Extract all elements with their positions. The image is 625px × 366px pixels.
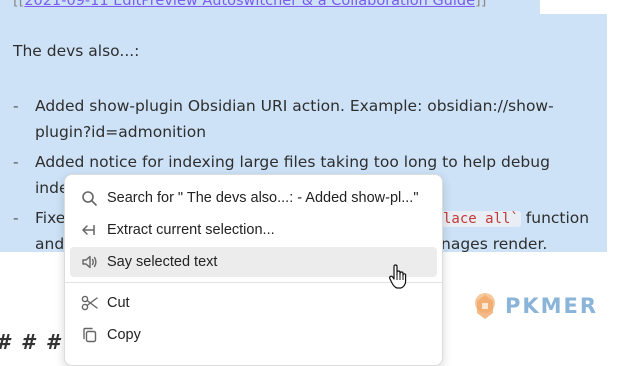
list-item-3-line1-tail: function — [520, 209, 590, 227]
menu-item-say-label: Say selected text — [107, 254, 218, 270]
hand-pointer-cursor-icon — [388, 264, 408, 294]
menu-item-cut[interactable]: Cut — [70, 288, 437, 318]
internal-link[interactable]: [[2021-09-11 EditPreview Autoswitcher & … — [13, 0, 486, 9]
pkmer-logo: PKMER — [471, 290, 598, 322]
menu-item-say-selected-text[interactable]: Say selected text — [70, 247, 437, 277]
bullet-marker: - — [13, 153, 19, 171]
speaker-icon — [81, 254, 99, 270]
pkmer-logo-text: PKMER — [505, 294, 599, 318]
copy-icon — [81, 327, 99, 343]
list-item-1-line2: plugin?id=admonition — [35, 123, 207, 141]
extract-icon — [81, 222, 99, 238]
link-close-brackets: ]] — [475, 0, 487, 9]
intro-paragraph: The devs also...: — [13, 42, 140, 60]
context-menu: Search for " The devs also...: - Added s… — [64, 174, 443, 366]
menu-separator — [65, 282, 442, 283]
bullet-marker: - — [13, 209, 19, 227]
link-open-brackets: [[ — [13, 0, 25, 9]
list-item-1-line1: Added show-plugin Obsidian URI action. E… — [35, 97, 554, 115]
list-item-3-line2-start: and — [35, 235, 65, 253]
search-icon — [81, 190, 99, 206]
menu-item-extract-label: Extract current selection... — [107, 222, 275, 238]
inline-code: lace all` — [441, 211, 521, 227]
list-item-3-line1-start: Fixe — [35, 209, 66, 227]
menu-item-extract-selection[interactable]: Extract current selection... — [70, 215, 437, 245]
menu-item-copy-label: Copy — [107, 327, 141, 343]
menu-item-cut-label: Cut — [107, 295, 130, 311]
list-item-2-line1: Added notice for indexing large files ta… — [35, 153, 550, 171]
menu-item-search[interactable]: Search for " The devs also...: - Added s… — [70, 183, 437, 213]
list-item-3-line2-end: nages render. — [441, 235, 548, 253]
list-item-3-line1-end: lace all` function — [441, 209, 589, 227]
menu-item-search-label: Search for " The devs also...: - Added s… — [107, 190, 419, 206]
bullet-marker: - — [13, 97, 19, 115]
scissors-icon — [81, 295, 99, 311]
pkmer-logo-icon — [475, 293, 495, 319]
link-text[interactable]: 2021-09-11 EditPreview Autoswitcher & a … — [24, 0, 475, 9]
menu-item-copy[interactable]: Copy — [70, 320, 437, 350]
